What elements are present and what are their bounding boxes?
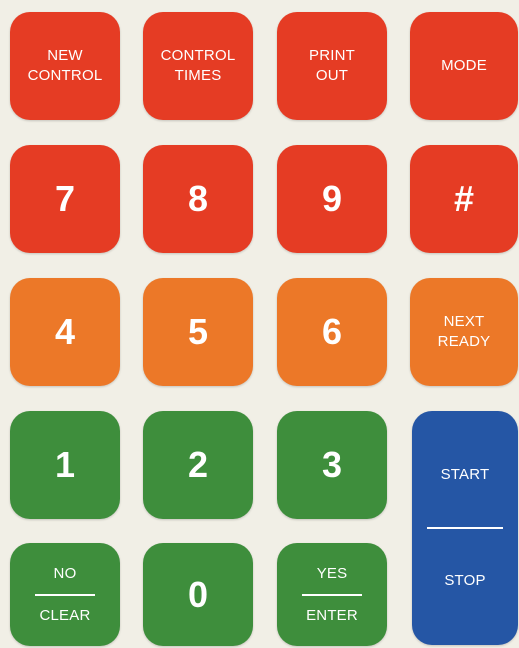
key-5-label: 5 — [187, 311, 209, 352]
control-times-label-line1: CONTROL — [160, 47, 236, 64]
key-2-label: 2 — [187, 444, 209, 485]
next-ready-label-line1: NEXT — [443, 313, 485, 330]
mode-label: MODE — [441, 57, 487, 74]
new-control-key[interactable]: NEW CONTROL — [10, 12, 120, 120]
yes-enter-key[interactable]: YES ENTER — [277, 543, 387, 646]
key-5[interactable]: 5 — [143, 278, 253, 386]
start-stop-divider — [427, 527, 503, 529]
key-9[interactable]: 9 — [277, 145, 387, 253]
control-times-label-line2: TIMES — [174, 67, 222, 84]
key-1-label: 1 — [54, 444, 76, 485]
yes-enter-divider — [302, 593, 362, 596]
print-out-label-line2: OUT — [315, 67, 349, 84]
key-6[interactable]: 6 — [277, 278, 387, 386]
start-label: START — [440, 466, 490, 483]
enter-label: ENTER — [306, 606, 358, 624]
new-control-label-line2: CONTROL — [27, 67, 103, 84]
next-ready-label-line2: READY — [437, 333, 491, 350]
key-4-label: 4 — [54, 311, 76, 352]
yes-label: YES — [316, 564, 348, 582]
hash-key[interactable]: # — [410, 145, 518, 253]
key-7-label: 7 — [54, 178, 76, 219]
key-0[interactable]: 0 — [143, 543, 253, 646]
control-times-key[interactable]: CONTROL TIMES — [143, 12, 253, 120]
key-3[interactable]: 3 — [277, 411, 387, 519]
no-label: NO — [53, 564, 77, 582]
no-clear-key[interactable]: NO CLEAR — [10, 543, 120, 646]
key-0-label: 0 — [187, 573, 209, 615]
start-stop-key[interactable]: START STOP — [412, 411, 518, 645]
key-3-label: 3 — [321, 444, 343, 485]
clear-label: CLEAR — [39, 606, 91, 624]
key-6-label: 6 — [321, 311, 343, 352]
stop-label: STOP — [444, 572, 486, 589]
key-9-label: 9 — [321, 178, 343, 219]
key-8[interactable]: 8 — [143, 145, 253, 253]
hash-key-label: # — [453, 178, 475, 219]
print-out-label-line1: PRINT — [309, 47, 355, 64]
key-1[interactable]: 1 — [10, 411, 120, 519]
no-clear-divider — [35, 593, 95, 596]
key-7[interactable]: 7 — [10, 145, 120, 253]
print-out-key[interactable]: PRINT OUT — [277, 12, 387, 120]
key-4[interactable]: 4 — [10, 278, 120, 386]
next-ready-key[interactable]: NEXT READY — [410, 278, 518, 386]
new-control-label-line1: NEW — [47, 47, 83, 64]
keypad: NEW CONTROL CONTROL TIMES PRINT OUT MODE… — [0, 0, 519, 648]
key-8-label: 8 — [187, 178, 209, 219]
mode-key[interactable]: MODE — [410, 12, 518, 120]
key-2[interactable]: 2 — [143, 411, 253, 519]
